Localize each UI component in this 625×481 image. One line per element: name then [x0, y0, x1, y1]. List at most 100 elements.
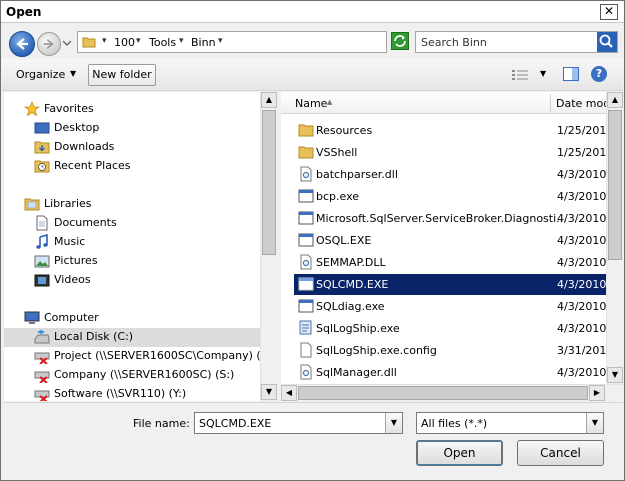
file-list-vertical-scrollbar[interactable]: ▲ ▼: [606, 92, 623, 384]
open-dialog: Open ✕ ▾ 100 ▾ Tools ▾ Binn ▾ Search Bin…: [0, 0, 625, 481]
file-row-selected[interactable]: SQLCMD.EXE 4/3/2010: [294, 274, 606, 295]
nav-label: Videos: [54, 273, 91, 286]
scrollbar-thumb[interactable]: [298, 386, 588, 400]
view-options-dropdown-icon[interactable]: ▼: [540, 69, 546, 78]
nav-favorites[interactable]: Favorites: [24, 100, 254, 119]
file-row[interactable]: batchparser.dll 4/3/2010: [294, 164, 606, 185]
file-name: VSShell: [316, 146, 358, 159]
file-type-dropdown-icon[interactable]: ▼: [586, 413, 603, 433]
file-date: 4/3/2010: [557, 256, 606, 269]
documents-icon: [36, 215, 48, 231]
file-name: bcp.exe: [316, 190, 360, 203]
search-button[interactable]: [597, 32, 617, 52]
back-button[interactable]: [9, 31, 35, 57]
organize-dropdown-icon[interactable]: ▼: [70, 69, 76, 78]
nav-libraries[interactable]: Libraries: [24, 195, 254, 214]
nav-label: Project (\\SERVER1600SC\Company) (P:): [54, 349, 276, 362]
file-row[interactable]: SEMMAP.DLL 4/3/2010: [294, 252, 606, 273]
file-name: OSQL.EXE: [316, 234, 372, 247]
folder-icon: [298, 146, 314, 159]
search-input[interactable]: Search Binn: [421, 36, 487, 49]
scrollbar-thumb[interactable]: [262, 110, 276, 255]
column-divider[interactable]: [550, 94, 551, 112]
recent-pages-dropdown-icon[interactable]: [63, 39, 71, 47]
nav-company-drive-s[interactable]: Company (\\SERVER1600SC) (S:): [34, 366, 264, 385]
file-row[interactable]: OSQL.EXE 4/3/2010: [294, 230, 606, 251]
column-header-row: Name ▲ Date modi: [281, 92, 606, 114]
file-name: SqlLogShip.exe.config: [316, 344, 437, 357]
music-icon: [36, 234, 48, 249]
refresh-button[interactable]: [391, 32, 409, 50]
scrollbar-thumb[interactable]: [608, 110, 622, 260]
new-folder-button[interactable]: New folder: [88, 64, 156, 86]
file-name-input[interactable]: [197, 415, 383, 431]
cancel-button[interactable]: Cancel: [517, 440, 604, 466]
file-row[interactable]: Microsoft.SqlServer.ServiceBroker.Diagno…: [294, 208, 606, 229]
column-header-name[interactable]: Name: [295, 97, 327, 110]
organize-button[interactable]: Organize: [16, 68, 65, 81]
nav-music[interactable]: Music: [34, 233, 254, 252]
file-date: 1/25/2011: [557, 124, 606, 137]
command-bar: Organize ▼ New folder ▼ ?: [2, 59, 623, 91]
file-name: Resources: [316, 124, 373, 137]
file-row[interactable]: SQLdiag.exe 4/3/2010: [294, 296, 606, 317]
nav-local-disk-c[interactable]: Local Disk (C:): [4, 328, 260, 347]
nav-documents[interactable]: Documents: [34, 214, 254, 233]
close-button[interactable]: ✕: [600, 4, 618, 20]
nav-project-drive-p[interactable]: Project (\\SERVER1600SC\Company) (P:): [34, 347, 275, 366]
window-title: Open: [6, 5, 42, 19]
file-row[interactable]: SqlManager.dll 4/3/2010: [294, 362, 606, 383]
nav-videos[interactable]: Videos: [34, 271, 254, 290]
file-name-dropdown-icon[interactable]: ▼: [385, 413, 402, 433]
desktop-icon: [34, 122, 50, 134]
nav-recent-places[interactable]: Recent Places: [34, 157, 254, 176]
scroll-left-arrow-icon[interactable]: ◀: [281, 385, 297, 401]
breadcrumb-item-100[interactable]: 100: [114, 36, 135, 49]
nav-computer[interactable]: Computer: [24, 309, 254, 328]
scroll-down-arrow-icon[interactable]: ▼: [261, 384, 277, 400]
file-type-select[interactable]: All files (*.*) ▼: [416, 412, 604, 434]
nav-downloads[interactable]: Downloads: [34, 138, 254, 157]
breadcrumb-item-tools[interactable]: Tools: [149, 36, 176, 49]
preview-pane-icon[interactable]: [563, 67, 579, 81]
exe-icon: [298, 189, 314, 203]
file-row[interactable]: bcp.exe 4/3/2010: [294, 186, 606, 207]
file-name-combobox[interactable]: ▼: [194, 412, 403, 434]
file-name: SQLCMD.EXE: [316, 278, 389, 291]
nav-label: Libraries: [44, 197, 92, 210]
file-date: 4/3/2010: [557, 322, 606, 335]
file-row[interactable]: SqlLogShip.exe 4/3/2010: [294, 318, 606, 339]
change-view-icon[interactable]: [512, 69, 528, 81]
help-icon[interactable]: ?: [591, 66, 607, 82]
breadcrumb-arrow-icon[interactable]: ▾: [179, 36, 184, 46]
file-row[interactable]: SqlLogShip.exe.config 3/31/2010: [294, 340, 606, 361]
nav-desktop[interactable]: Desktop: [34, 119, 254, 138]
scroll-up-arrow-icon[interactable]: ▲: [607, 92, 623, 108]
navigation-pane-scrollbar[interactable]: ▲ ▼: [260, 92, 277, 401]
scroll-up-arrow-icon[interactable]: ▲: [261, 92, 277, 108]
nav-software-drive-y[interactable]: Software (\\SVR110) (Y:): [34, 385, 264, 401]
scroll-right-arrow-icon[interactable]: ▶: [589, 385, 605, 401]
search-box[interactable]: Search Binn: [415, 31, 618, 53]
exe-special-icon: [299, 320, 312, 335]
breadcrumb-arrow-icon[interactable]: ▾: [218, 36, 223, 46]
breadcrumb-arrow-icon[interactable]: ▾: [136, 36, 141, 46]
breadcrumb-arrow-icon[interactable]: ▾: [102, 36, 107, 46]
open-button[interactable]: Open: [416, 440, 503, 466]
file-row[interactable]: VSShell 1/25/2011: [294, 142, 606, 163]
address-bar[interactable]: ▾ 100 ▾ Tools ▾ Binn ▾: [77, 31, 450, 53]
file-row[interactable]: Resources 1/25/2011: [294, 120, 606, 141]
nav-label: Company (\\SERVER1600SC) (S:): [54, 368, 235, 381]
scroll-down-arrow-icon[interactable]: ▼: [607, 367, 623, 383]
file-list-horizontal-scrollbar[interactable]: ◀ ▶: [281, 384, 623, 401]
navigation-pane: Favorites Desktop Downloads Recent Place…: [4, 92, 277, 401]
back-arrow-icon: [16, 38, 28, 50]
folder-icon: [298, 124, 314, 137]
exe-icon: [298, 299, 314, 313]
nav-pictures[interactable]: Pictures: [34, 252, 254, 271]
column-header-date-modified[interactable]: Date modi: [556, 97, 606, 110]
nav-label: Favorites: [44, 102, 94, 115]
file-date: 4/3/2010: [557, 278, 606, 291]
breadcrumb-item-binn[interactable]: Binn: [191, 36, 216, 49]
forward-button[interactable]: [37, 32, 61, 56]
